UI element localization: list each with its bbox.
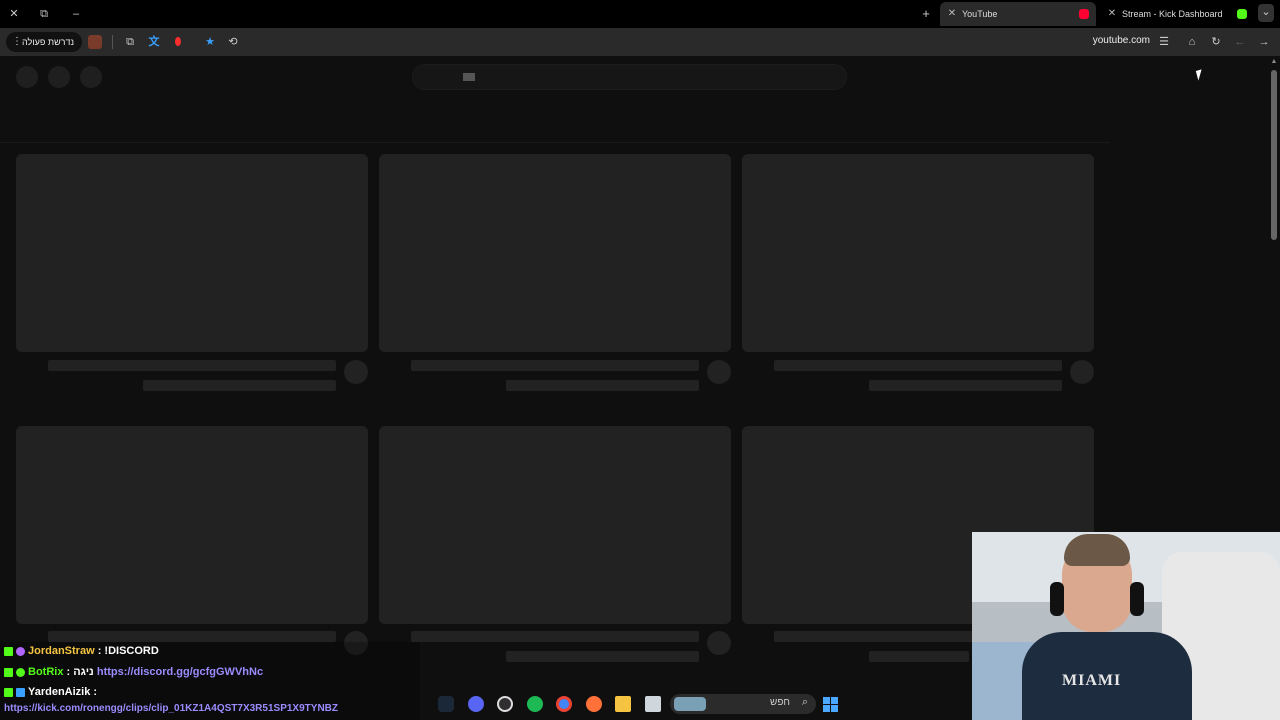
scrollbar-thumb[interactable]	[1271, 70, 1277, 240]
chat-username: BotRix	[28, 666, 64, 678]
chat-message: BotRix : ניגה https://discord.gg/gcfgGWV…	[4, 666, 263, 678]
title-skeleton	[411, 631, 699, 642]
taskbar-search-label: חפש	[770, 697, 790, 708]
skeleton-circle	[48, 66, 70, 88]
screen: ✕ ⧉ – + ✕ YouTube ✕ Stream - Kick Dashbo…	[0, 0, 1280, 720]
star-icon[interactable]: ★	[203, 35, 217, 49]
reload-icon[interactable]: ↻	[1209, 35, 1223, 49]
action-required-button[interactable]: ⋮ נדרשת פעולה	[6, 32, 82, 52]
chat-separator: :	[90, 686, 98, 698]
title-skeleton	[48, 631, 336, 642]
extension-avatar-icon[interactable]	[88, 35, 102, 49]
chat-separator: :	[94, 645, 105, 657]
video-thumbnail-skeleton[interactable]	[742, 154, 1094, 352]
windows-start-icon[interactable]	[823, 697, 838, 712]
title-skeleton	[774, 360, 1062, 371]
folder-icon[interactable]	[615, 696, 631, 712]
video-thumbnail-skeleton[interactable]	[16, 154, 368, 352]
chrome-icon[interactable]	[556, 696, 572, 712]
chat-clip-link[interactable]: https://kick.com/ronengg/clips/clip_01KZ…	[4, 703, 338, 714]
spotify-icon[interactable]	[527, 696, 543, 712]
chevron-down-icon[interactable]: ⌄	[1258, 4, 1274, 22]
kick-badge-icon	[4, 667, 13, 677]
obs-icon[interactable]	[497, 696, 513, 712]
chat-message: YardenAizik :	[4, 686, 97, 698]
channel-avatar-skeleton	[707, 360, 731, 384]
search-highlight-image	[674, 697, 706, 711]
sub-badge-icon	[16, 687, 25, 697]
meta-skeleton	[143, 380, 336, 391]
chat-text: !DISCORD	[104, 645, 159, 657]
forward-icon[interactable]: ←	[1233, 35, 1247, 49]
toolbar-divider	[112, 35, 113, 49]
tab-close-icon[interactable]: ✕	[946, 2, 958, 26]
tab-close-icon[interactable]: ✕	[1106, 2, 1118, 26]
meta-skeleton	[506, 380, 699, 391]
back-icon[interactable]: →	[1257, 35, 1271, 49]
steam-icon[interactable]	[438, 696, 454, 712]
skeleton-circle	[80, 66, 102, 88]
channel-avatar-skeleton	[344, 360, 368, 384]
video-thumbnail-skeleton[interactable]	[379, 426, 731, 624]
translate-icon[interactable]: 文	[147, 35, 161, 49]
title-skeleton	[774, 631, 974, 642]
window-restore-button[interactable]: ⧉	[36, 6, 52, 22]
channel-avatar-skeleton	[707, 631, 731, 655]
stream-chat-overlay: JordanStraw : !DISCORD BotRix : ניגה htt…	[0, 642, 420, 720]
address-bar[interactable]: youtube.com	[1093, 35, 1150, 46]
video-thumbnail-skeleton[interactable]	[16, 426, 368, 624]
chat-message: JordanStraw : !DISCORD	[4, 645, 159, 657]
bot-badge-icon	[16, 667, 25, 677]
kick-badge-icon	[4, 646, 13, 656]
discord-icon[interactable]	[468, 696, 484, 712]
scroll-up-icon[interactable]: ▲	[1270, 58, 1278, 66]
browser-toolbar: ⋮ נדרשת פעולה ⧉ 文 ⬮ ★ ⟲ youtube.com ☰ ⌂ …	[0, 28, 1280, 56]
channel-avatar-skeleton	[1070, 360, 1094, 384]
chat-message: https://kick.com/ronengg/clips/clip_01KZ…	[4, 703, 338, 714]
chat-username: JordanStraw	[28, 645, 95, 657]
webcam-overlay: MIAMI	[972, 532, 1280, 720]
window-close-button[interactable]: ✕	[6, 6, 22, 22]
chat-username: YardenAizik	[28, 686, 91, 698]
keyboard-icon	[463, 73, 475, 81]
tab-title: Stream - Kick Dashboard	[1122, 9, 1223, 19]
reading-list-icon[interactable]: ⟲	[226, 35, 240, 49]
chat-separator: :	[63, 666, 74, 678]
meta-skeleton	[869, 380, 1062, 391]
kick-badge-icon	[4, 687, 13, 697]
meta-skeleton	[869, 651, 969, 662]
mic-badge-icon	[16, 646, 25, 656]
window-minimize-button[interactable]: –	[68, 6, 84, 22]
new-tab-button[interactable]: +	[918, 6, 934, 22]
taskbar-search[interactable]: חפש ⌕	[670, 694, 816, 714]
search-input[interactable]	[412, 64, 847, 90]
video-thumbnail-skeleton[interactable]	[379, 154, 731, 352]
title-skeleton	[48, 360, 336, 371]
more-icon: ⋮	[12, 36, 22, 47]
chat-link[interactable]: https://discord.gg/gcfgGWVhNc	[97, 666, 263, 678]
home-icon[interactable]: ⌂	[1185, 35, 1199, 49]
skeleton-circle	[16, 66, 38, 88]
notepad-icon[interactable]	[645, 696, 661, 712]
tab-title: YouTube	[962, 9, 998, 19]
tab-kick-dashboard[interactable]: ✕ Stream - Kick Dashboard	[1100, 2, 1252, 26]
puzzle-icon[interactable]: ⧉	[123, 35, 137, 49]
youtube-favicon-icon	[1079, 9, 1089, 19]
chips-divider	[0, 142, 1110, 143]
title-skeleton	[411, 360, 699, 371]
tab-youtube[interactable]: ✕ YouTube	[940, 2, 1096, 26]
meta-skeleton	[506, 651, 699, 662]
kick-favicon-icon	[1237, 9, 1247, 19]
action-required-label: נדרשת פעולה	[22, 37, 74, 47]
chat-text: ניגה	[73, 666, 97, 678]
site-settings-icon[interactable]: ☰	[1157, 35, 1171, 49]
search-icon: ⌕	[801, 696, 808, 708]
record-icon[interactable]: ⬮	[171, 35, 185, 49]
firefox-icon[interactable]	[586, 696, 602, 712]
shirt-text: MIAMI	[1062, 672, 1122, 689]
headset-icon	[1130, 582, 1144, 616]
webcam-person-hair	[1064, 534, 1130, 566]
tab-strip: ✕ ⧉ – + ✕ YouTube ✕ Stream - Kick Dashbo…	[0, 0, 1280, 28]
headset-icon	[1050, 582, 1064, 616]
